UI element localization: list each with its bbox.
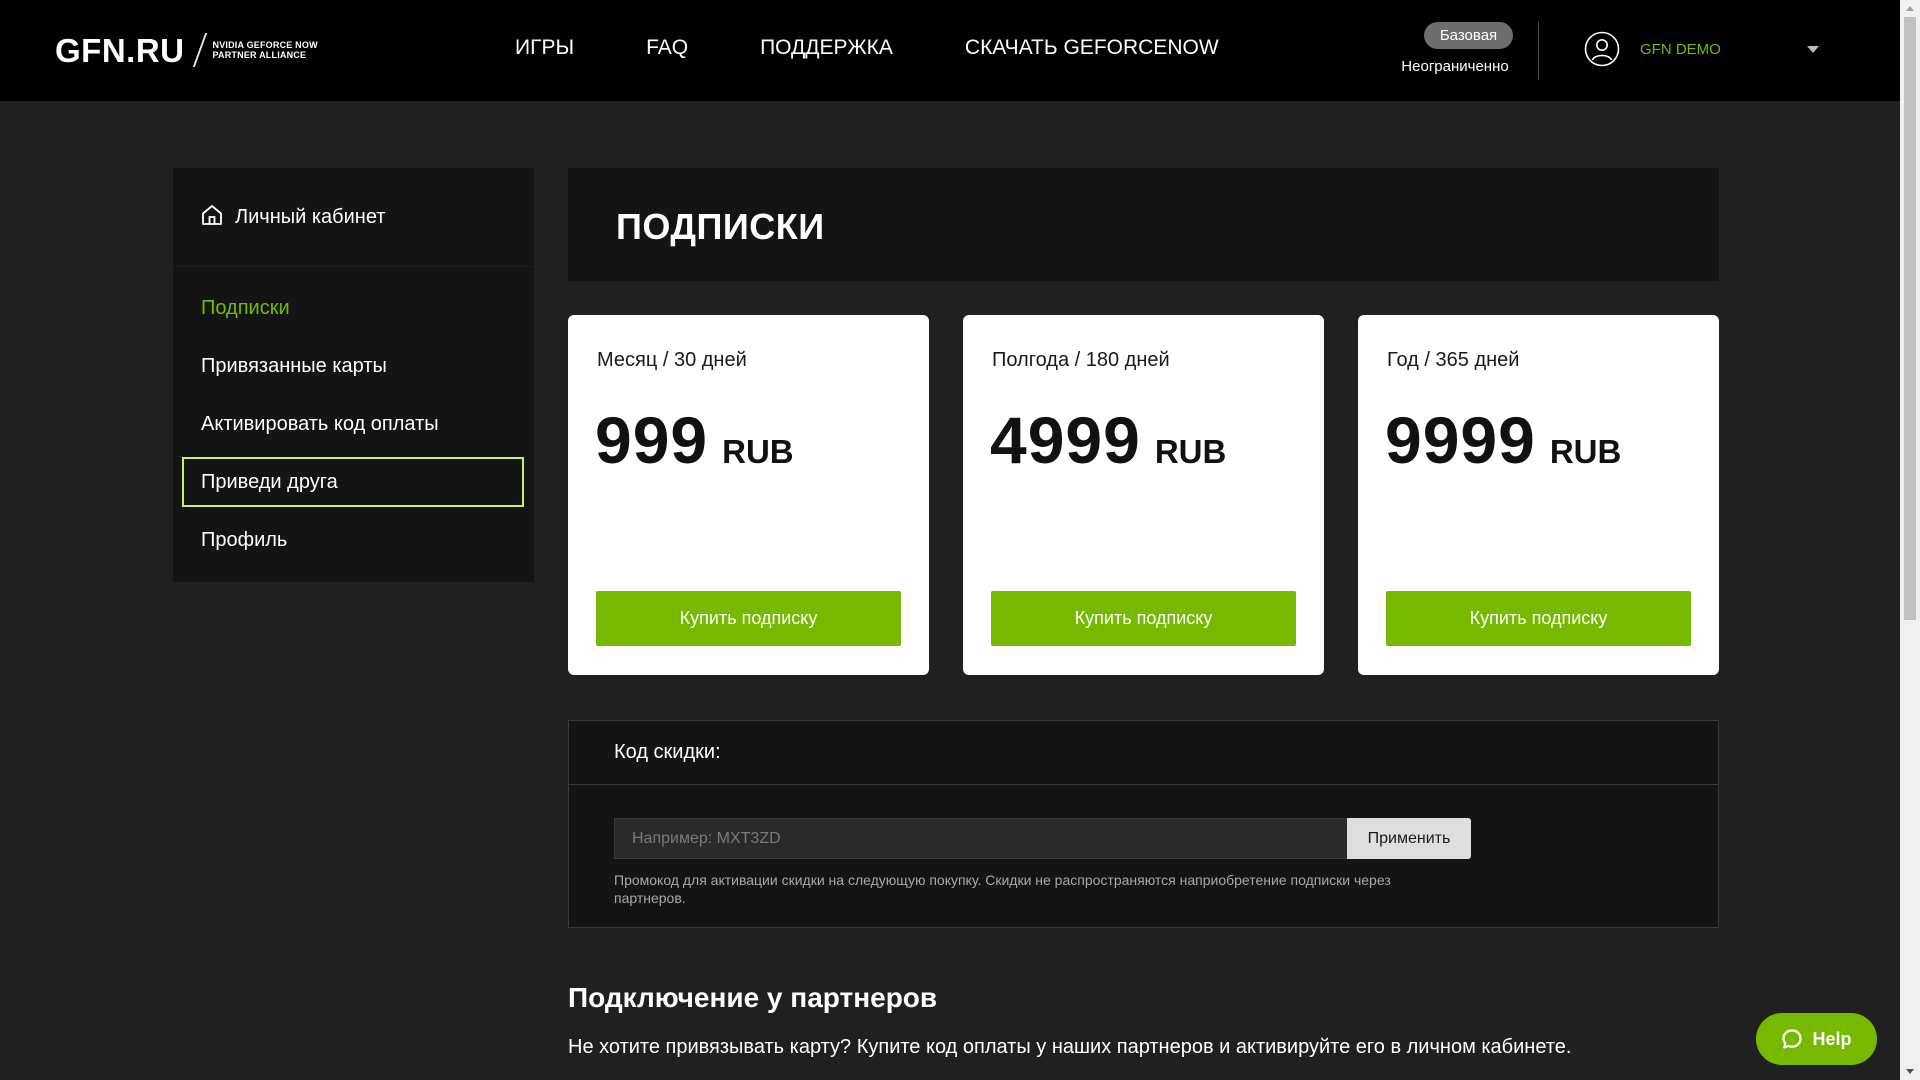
- user-circle-icon[interactable]: [1584, 31, 1620, 67]
- sidebar-item-subscriptions[interactable]: Подписки: [173, 279, 524, 337]
- scroll-up-arrow-icon[interactable]: [1906, 6, 1914, 11]
- plan-currency: RUB: [1154, 433, 1227, 470]
- page-title-panel: ПОДПИСКИ: [568, 168, 1719, 281]
- nav-download[interactable]: СКАЧАТЬ GEFORCENOW: [965, 36, 1219, 60]
- plan-price: 999: [595, 403, 709, 477]
- plan-price-row: 4999 RUB: [990, 407, 1226, 473]
- sidebar-title: Личный кабинет: [235, 205, 386, 228]
- plan-currency: RUB: [1549, 433, 1622, 470]
- scroll-down-arrow-icon[interactable]: [1906, 1069, 1914, 1074]
- apply-discount-button[interactable]: Применить: [1347, 818, 1471, 859]
- partners-description: Не хотите привязывать карту? Купите код …: [568, 1036, 1572, 1058]
- logo-divider: [192, 33, 207, 67]
- plan-currency: RUB: [722, 433, 794, 470]
- help-button[interactable]: Help: [1756, 1013, 1877, 1065]
- buy-subscription-button[interactable]: Купить подписку: [596, 591, 901, 646]
- plan-price: 4999: [990, 403, 1141, 477]
- plan-price-row: 999 RUB: [595, 407, 794, 473]
- partners-heading: Подключение у партнеров: [568, 982, 938, 1013]
- sidebar-item-activate-code[interactable]: Активировать код оплаты: [173, 395, 524, 453]
- page-title: ПОДПИСКИ: [616, 206, 825, 247]
- logo-subtitle-line1: NVIDIA GEFORCE NOW: [212, 40, 318, 50]
- plan-card-half-year: Полгода / 180 дней 4999 RUB Купить подпи…: [963, 315, 1324, 675]
- sidebar-header[interactable]: Личный кабинет: [173, 168, 534, 267]
- plan-period: Полгода / 180 дней: [992, 349, 1170, 371]
- logo-wordmark: GFN.RU: [55, 31, 185, 69]
- discount-code-input[interactable]: [614, 818, 1347, 859]
- nav-faq[interactable]: FAQ: [646, 36, 688, 60]
- user-name[interactable]: GFN DEMO: [1640, 41, 1721, 58]
- plan-period: Месяц / 30 дней: [597, 349, 747, 371]
- page-scrollbar[interactable]: [1900, 0, 1920, 1080]
- sidebar-item-profile[interactable]: Профиль: [173, 511, 524, 569]
- nav-games[interactable]: ИГРЫ: [515, 36, 574, 60]
- sidebar-item-linked-cards[interactable]: Привязанные карты: [173, 337, 524, 395]
- discount-code-panel: Код скидки: Применить Промокод для актив…: [568, 720, 1719, 928]
- nav-support[interactable]: ПОДДЕРЖКА: [760, 36, 893, 60]
- chat-bubble-icon: [1782, 1029, 1803, 1049]
- gfn-logo[interactable]: GFN.RU NVIDIA GEFORCE NOW PARTNER ALLIAN…: [55, 30, 318, 70]
- logo-subtitle-line2: PARTNER ALLIANCE: [212, 50, 307, 60]
- help-label: Help: [1812, 1028, 1852, 1049]
- discount-hint: Промокод для активации скидки на следующ…: [614, 872, 1391, 906]
- header-divider: [1538, 22, 1539, 80]
- plan-card-month: Месяц / 30 дней 999 RUB Купить подписку: [568, 315, 929, 675]
- buy-subscription-button[interactable]: Купить подписку: [1386, 591, 1691, 646]
- scroll-thumb[interactable]: [1904, 17, 1916, 620]
- plan-status: Неограниченно: [1401, 58, 1509, 75]
- plan-card-year: Год / 365 дней 9999 RUB Купить подписку: [1358, 315, 1719, 675]
- plan-badge: Базовая: [1424, 22, 1513, 49]
- sidebar-menu: Подписки Привязанные карты Активировать …: [173, 267, 534, 569]
- buy-subscription-button[interactable]: Купить подписку: [991, 591, 1296, 646]
- plan-price-row: 9999 RUB: [1385, 407, 1621, 473]
- discount-label: Код скидки:: [569, 721, 1718, 785]
- top-header: GFN.RU NVIDIA GEFORCE NOW PARTNER ALLIAN…: [0, 0, 1900, 101]
- main-nav: ИГРЫ FAQ ПОДДЕРЖКА СКАЧАТЬ GEFORCENOW: [515, 36, 1219, 60]
- account-sidebar: Личный кабинет Подписки Привязанные карт…: [173, 168, 534, 582]
- plan-period: Год / 365 дней: [1387, 349, 1520, 371]
- plan-price: 9999: [1385, 403, 1536, 477]
- caret-down-icon[interactable]: [1807, 46, 1819, 53]
- home-icon: [202, 205, 222, 225]
- logo-subtitle: NVIDIA GEFORCE NOW PARTNER ALLIANCE: [213, 40, 318, 60]
- sidebar-item-invite-friend[interactable]: Приведи друга: [182, 457, 524, 507]
